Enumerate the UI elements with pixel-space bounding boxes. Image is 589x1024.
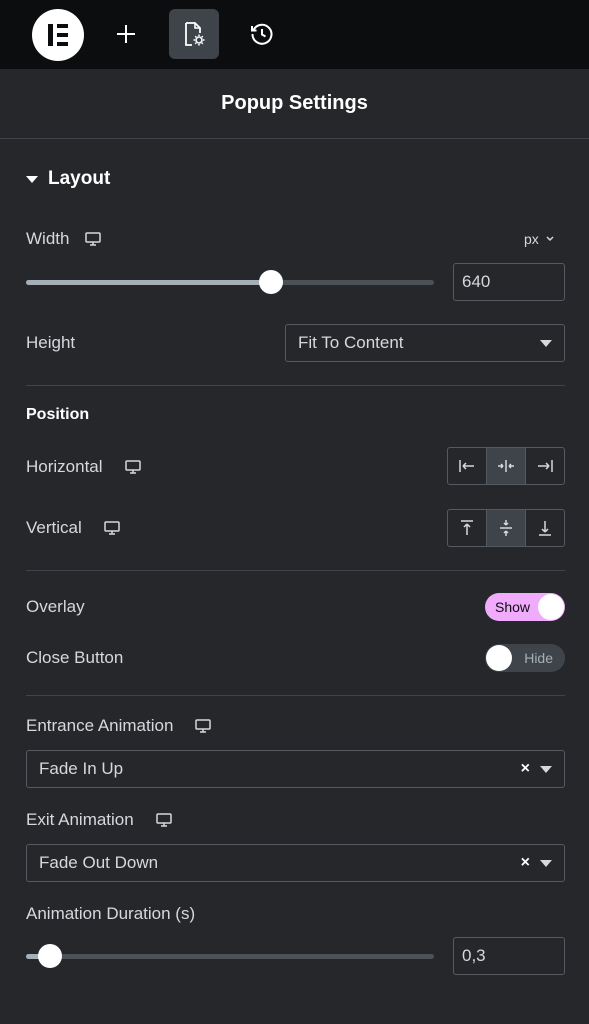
clear-icon[interactable]: ×	[521, 854, 530, 872]
top-toolbar	[0, 0, 589, 69]
align-right-icon	[538, 460, 553, 472]
align-middle-option[interactable]	[487, 510, 526, 546]
elementor-logo-icon[interactable]	[32, 9, 84, 61]
exit-animation-label: Exit Animation	[26, 810, 172, 830]
width-slider-handle[interactable]	[259, 270, 283, 294]
clear-icon[interactable]: ×	[521, 760, 530, 778]
desktop-icon[interactable]	[85, 232, 102, 246]
history-icon	[251, 23, 273, 45]
duration-input[interactable]	[453, 937, 565, 975]
align-top-icon	[461, 520, 473, 535]
align-left-option[interactable]	[448, 448, 487, 484]
width-slider[interactable]	[26, 270, 434, 294]
duration-slider[interactable]	[26, 944, 434, 968]
dropdown-arrow-icon	[540, 765, 552, 773]
page-settings-icon	[185, 22, 205, 46]
desktop-icon[interactable]	[124, 460, 141, 474]
vertical-position-chooser	[447, 509, 565, 547]
page-title: Popup Settings	[221, 92, 368, 114]
align-center-option[interactable]	[487, 448, 526, 484]
caret-down-icon	[26, 175, 38, 183]
horizontal-position-chooser	[447, 447, 565, 485]
duration-slider-handle[interactable]	[38, 944, 62, 968]
align-top-option[interactable]	[448, 510, 487, 546]
position-heading: Position	[26, 406, 90, 423]
desktop-icon[interactable]	[195, 719, 212, 733]
close-button-label: Close Button	[26, 648, 124, 667]
overlay-label: Overlay	[26, 597, 85, 616]
align-left-icon	[459, 460, 474, 472]
close-button-toggle[interactable]: Hide	[485, 644, 565, 672]
overlay-toggle[interactable]: Show	[485, 593, 565, 621]
entrance-animation-select[interactable]: Fade In Up ×	[26, 750, 565, 788]
toggle-knob	[486, 645, 512, 671]
animation-duration-label: Animation Duration (s)	[26, 904, 196, 923]
align-middle-icon	[500, 520, 512, 536]
divider	[26, 385, 565, 386]
width-slider-fill	[26, 280, 271, 285]
width-input[interactable]	[453, 263, 565, 301]
horizontal-label: Horizontal	[26, 457, 141, 477]
align-center-icon	[498, 460, 514, 472]
divider	[26, 570, 565, 571]
align-right-option[interactable]	[526, 448, 564, 484]
toggle-knob	[538, 594, 564, 620]
exit-animation-select[interactable]: Fade Out Down ×	[26, 844, 565, 882]
dropdown-arrow-icon	[540, 339, 552, 347]
unit-selector[interactable]: px	[524, 231, 555, 247]
chevron-down-icon	[546, 236, 554, 242]
height-select[interactable]: Fit To Content	[285, 324, 565, 362]
desktop-icon[interactable]	[104, 521, 120, 535]
entrance-animation-label: Entrance Animation	[26, 716, 212, 736]
history-button[interactable]	[237, 9, 287, 59]
section-title: Layout	[48, 168, 111, 189]
panel-header: Popup Settings	[0, 69, 589, 139]
plus-icon	[117, 25, 135, 43]
vertical-label: Vertical	[26, 518, 120, 538]
layout-section-toggle[interactable]: Layout	[26, 168, 110, 190]
add-element-button[interactable]	[101, 9, 151, 59]
width-label: Width	[26, 229, 102, 249]
align-bottom-icon	[539, 521, 551, 536]
desktop-icon[interactable]	[155, 813, 172, 827]
height-label: Height	[26, 333, 76, 352]
align-bottom-option[interactable]	[526, 510, 564, 546]
dropdown-arrow-icon	[540, 859, 552, 867]
divider	[26, 695, 565, 696]
page-settings-button[interactable]	[169, 9, 219, 59]
